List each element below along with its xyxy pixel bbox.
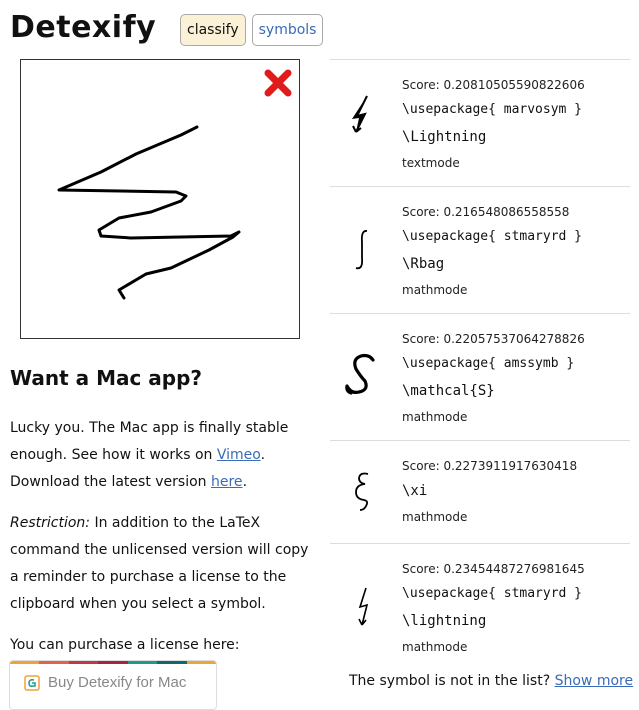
results-list: Score: 0.20810505590822606 \usepackage{ … — [330, 59, 630, 670]
result-item[interactable]: Score: 0.22057537064278826 \usepackage{ … — [330, 313, 630, 440]
result-package: \usepackage{ stmaryrd } — [402, 586, 583, 601]
xi-icon[interactable] — [342, 467, 382, 517]
buy-mac-button[interactable]: Buy Detexify for Mac — [9, 660, 217, 710]
result-mode: textmode — [402, 156, 460, 170]
tab-classify[interactable]: classify — [180, 14, 246, 46]
lightning-icon[interactable] — [342, 582, 382, 632]
result-command: \lightning — [402, 613, 487, 629]
gumroad-icon — [24, 674, 40, 691]
result-mode: mathmode — [402, 510, 468, 524]
clear-canvas-button[interactable] — [263, 68, 293, 98]
result-item[interactable]: Score: 0.216548086558558 \usepackage{ st… — [330, 186, 630, 313]
result-package: \usepackage{ stmaryrd } — [402, 229, 583, 244]
intro-suffix: . — [260, 447, 266, 463]
buy-color-stripe — [10, 661, 216, 664]
result-package: \usepackage{ amssymb } — [402, 356, 575, 371]
result-score: Score: 0.20810505590822606 — [402, 78, 585, 92]
result-score: Score: 0.216548086558558 — [402, 205, 570, 219]
restriction-label: Restriction: — [10, 515, 91, 531]
result-item[interactable]: Score: 0.20810505590822606 \usepackage{ … — [330, 59, 630, 186]
download-text: Download the latest version — [10, 474, 211, 490]
drawing-canvas[interactable] — [20, 59, 300, 339]
result-package: \usepackage{ marvosym } — [402, 102, 583, 117]
result-item[interactable]: Score: 0.2273911917630418 \xi mathmode — [330, 440, 630, 543]
tab-symbols[interactable]: symbols — [251, 14, 324, 46]
result-mode: mathmode — [402, 640, 468, 654]
buy-label: Buy Detexify for Mac — [48, 674, 187, 691]
download-link[interactable]: here — [211, 474, 243, 490]
result-score: Score: 0.23454487276981645 — [402, 562, 585, 576]
vimeo-link[interactable]: Vimeo — [217, 447, 261, 463]
drawn-stroke — [57, 125, 241, 300]
mathcal-s-icon[interactable] — [342, 349, 382, 399]
result-mode: mathmode — [402, 410, 468, 424]
result-command: \Rbag — [402, 256, 445, 272]
show-more-link[interactable]: Show more — [555, 673, 634, 689]
mode-tabs: classify symbols — [180, 14, 324, 46]
result-command: \xi — [402, 483, 428, 499]
download-suffix: . — [242, 474, 248, 490]
result-score: Score: 0.2273911917630418 — [402, 459, 578, 473]
not-in-list-prompt: The symbol is not in the list? Show more — [349, 673, 633, 689]
lightning-arrow-icon[interactable] — [342, 86, 382, 146]
result-score: Score: 0.22057537064278826 — [402, 332, 585, 346]
rbag-icon[interactable] — [342, 225, 382, 275]
result-item[interactable]: Score: 0.23454487276981645 \usepackage{ … — [330, 543, 630, 670]
result-command: \mathcal{S} — [402, 383, 495, 399]
mac-app-heading: Want a Mac app? — [10, 366, 203, 390]
close-icon — [264, 69, 292, 97]
result-mode: mathmode — [402, 283, 468, 297]
result-command: \Lightning — [402, 129, 487, 145]
purchase-text: You can purchase a license here: — [10, 637, 240, 653]
app-logo: Detexify — [10, 10, 157, 45]
mac-app-intro: Lucky you. The Mac app is finally stable… — [10, 415, 315, 496]
not-in-list-text: The symbol is not in the list? — [349, 673, 551, 689]
restriction-note: Restriction: In addition to the LaTeX co… — [10, 510, 315, 618]
